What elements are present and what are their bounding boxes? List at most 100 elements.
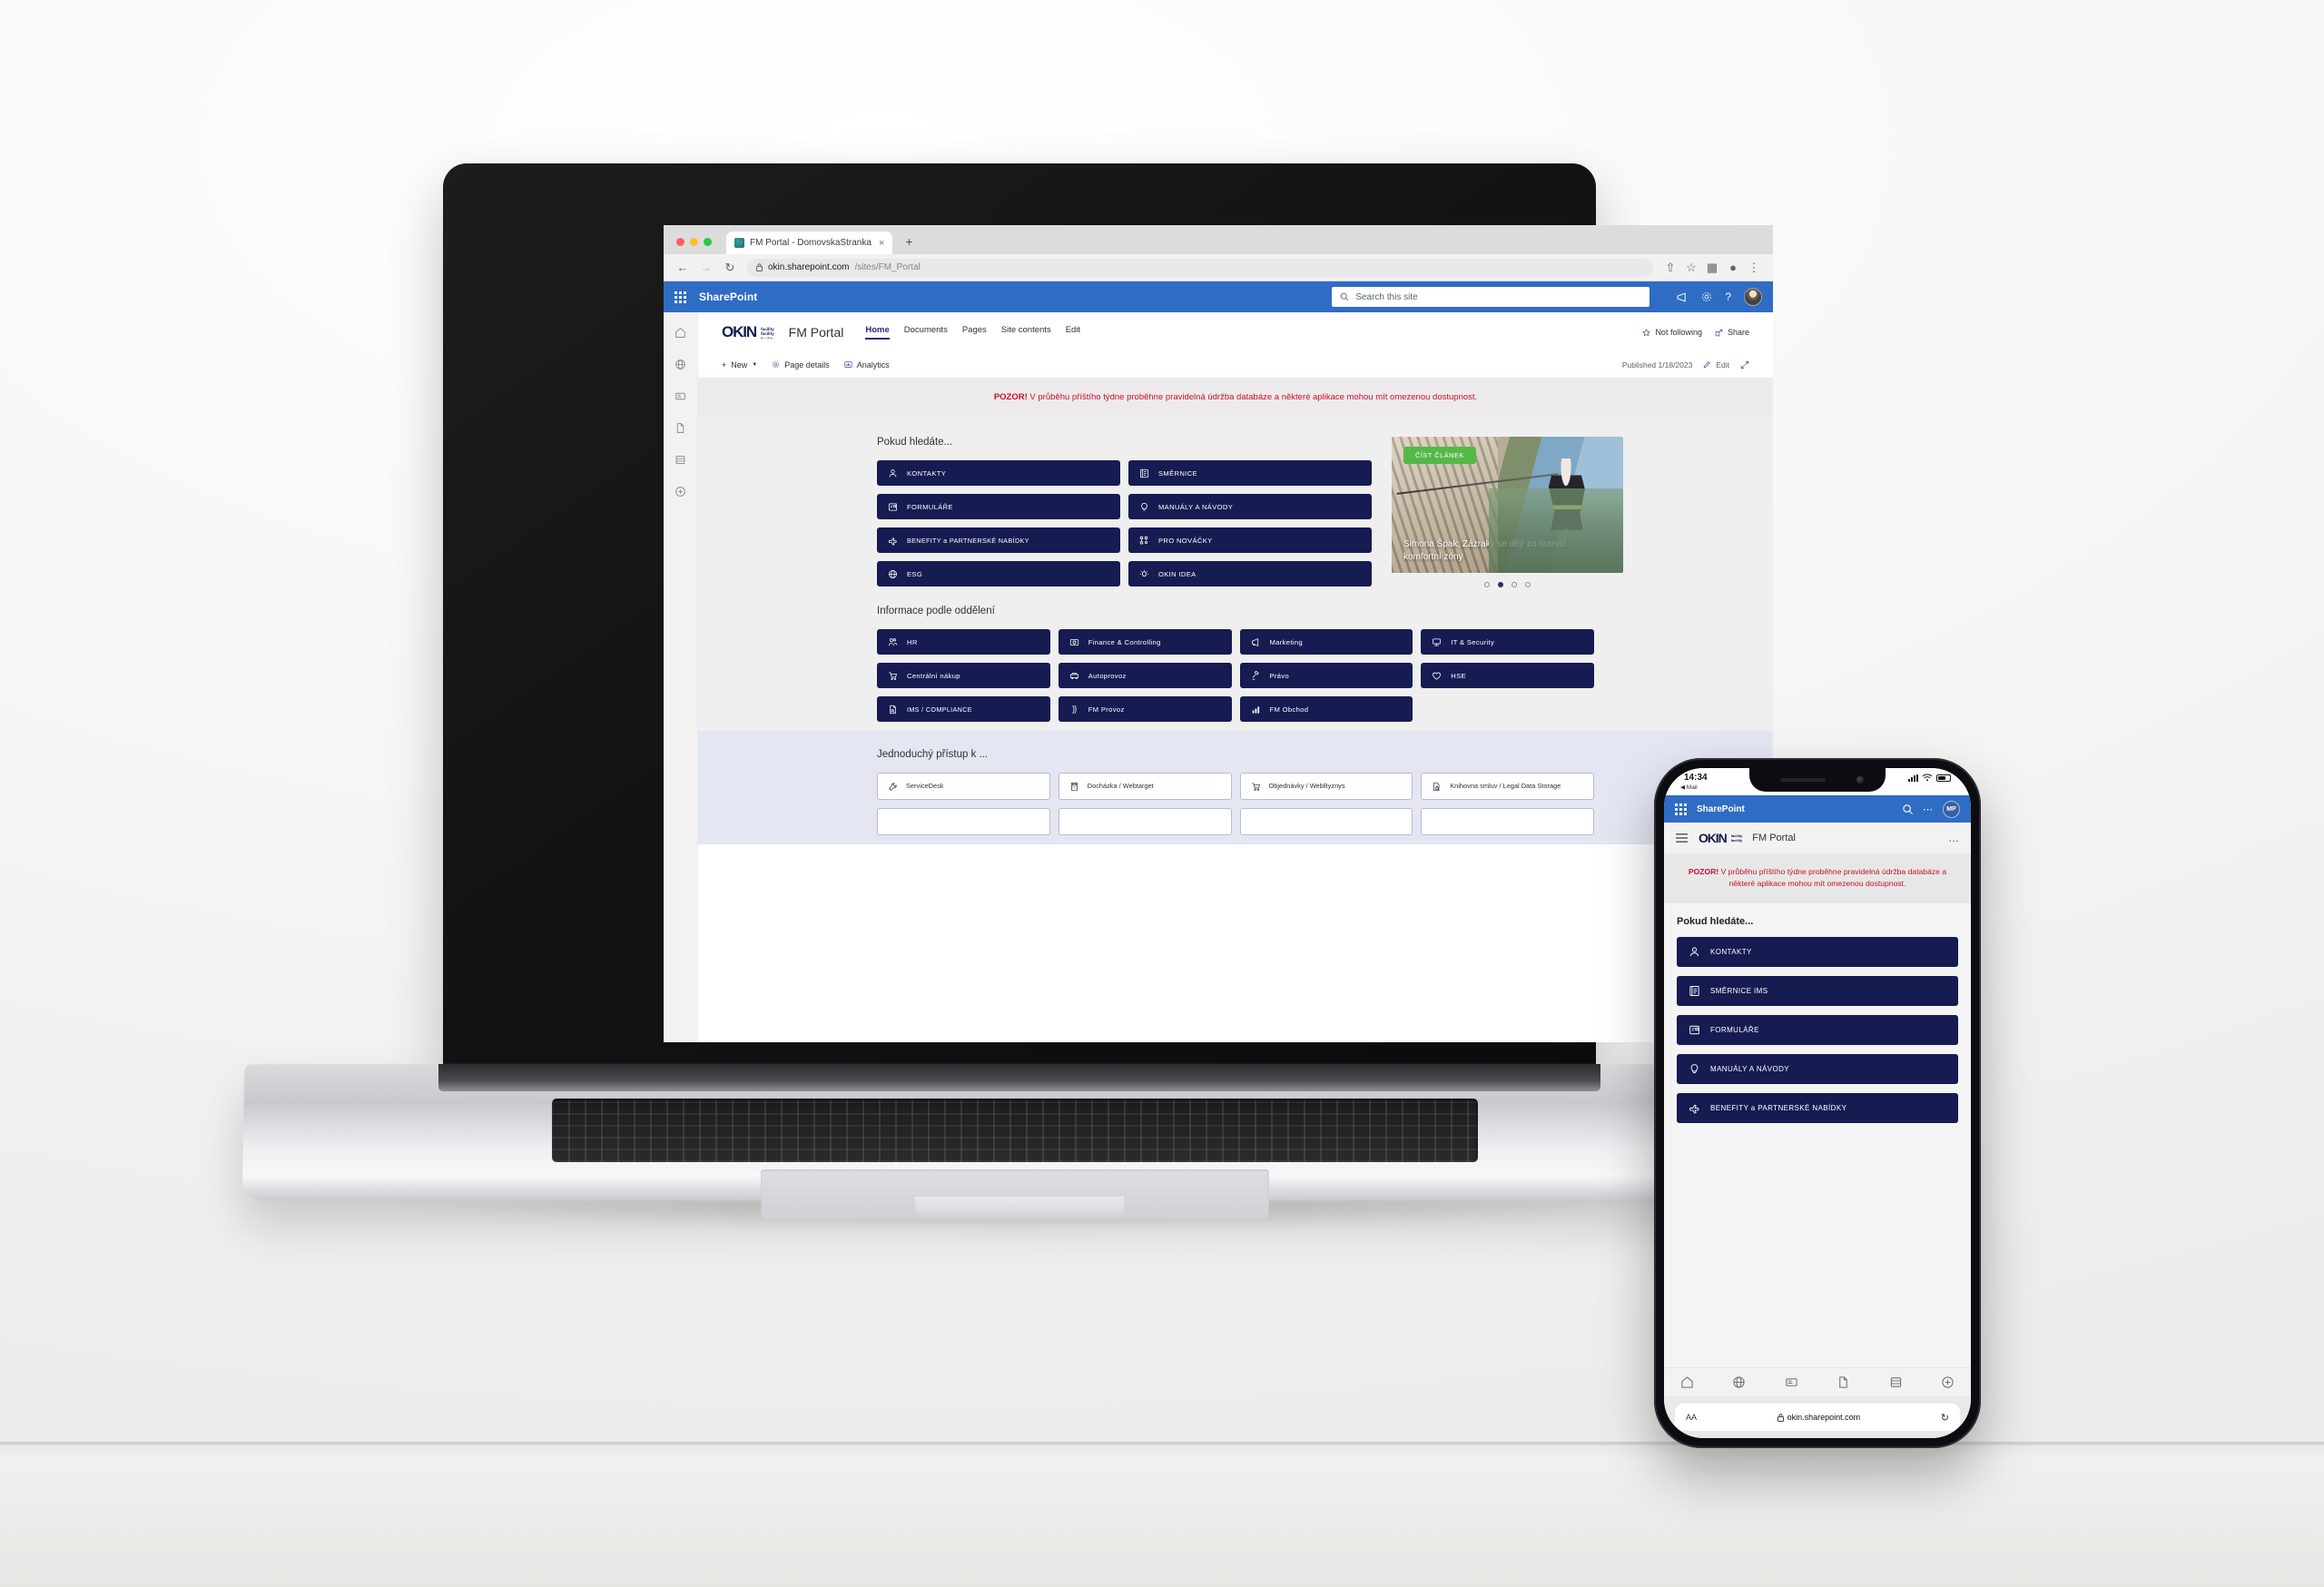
window-traffic-lights[interactable]	[673, 238, 719, 254]
tile-knihovna-smluv[interactable]: Knihovna smluv / Legal Data Storage	[1421, 773, 1594, 800]
okin-logo[interactable]: OKIN facility facility facility	[722, 323, 774, 341]
edit-button[interactable]: Edit	[1703, 360, 1729, 370]
reload-icon[interactable]: ↻	[1941, 1412, 1949, 1424]
tile-okin-idea[interactable]: OKIN IDEA	[1128, 561, 1372, 586]
expand-icon[interactable]	[1740, 360, 1749, 370]
page-icon[interactable]	[675, 422, 686, 434]
more-icon[interactable]: ⋯	[1923, 803, 1934, 815]
news-icon[interactable]	[675, 390, 686, 402]
tile-ims-compliance[interactable]: IMS / COMPLIANCE	[877, 696, 1050, 722]
add-circle-icon[interactable]	[1941, 1375, 1955, 1389]
text-size-button[interactable]: AA	[1686, 1413, 1697, 1422]
more-icon[interactable]: ⋮	[1748, 261, 1760, 275]
safari-address-bar[interactable]: AA okin.sharepoint.com ↻	[1675, 1404, 1960, 1431]
list-icon[interactable]	[1889, 1375, 1903, 1389]
page-details-button[interactable]: Page details	[772, 360, 830, 370]
carousel-dot-1[interactable]	[1484, 582, 1490, 587]
megaphone-icon	[1251, 637, 1261, 647]
okin-logo[interactable]: OKIN facility facility facility	[1699, 831, 1742, 845]
analytics-button[interactable]: Analytics	[844, 360, 890, 370]
phone-tile-smernice-ims[interactable]: SMĚRNICE IMS	[1677, 975, 1958, 1006]
share-icon[interactable]: ⇧	[1664, 261, 1677, 275]
tile-kontakty[interactable]: KONTAKTY	[877, 460, 1120, 486]
back-to-app-link[interactable]: ◀ Mail	[1680, 784, 1698, 791]
phone-tile-benefity[interactable]: BENEFITY a PARTNERSKÉ NABÍDKY	[1677, 1092, 1958, 1123]
sharepoint-brand[interactable]: SharePoint	[699, 291, 757, 303]
share-button[interactable]: Share	[1715, 328, 1749, 337]
tile-hse[interactable]: HSE	[1421, 663, 1594, 688]
browser-tab[interactable]: FM Portal - DomovskaStranka ×	[726, 232, 893, 254]
tile-finance-controlling[interactable]: Finance & Controlling	[1058, 629, 1232, 655]
page-icon[interactable]	[1837, 1375, 1850, 1389]
not-following-button[interactable]: Not following	[1642, 328, 1702, 337]
megaphone-icon[interactable]	[1677, 292, 1689, 302]
tile-placeholder-3[interactable]	[1239, 808, 1413, 835]
avatar[interactable]: MP	[1943, 800, 1960, 818]
bookmark-icon[interactable]: ☆	[1685, 261, 1698, 275]
back-icon[interactable]: ←	[676, 261, 689, 274]
tile-servicedesk[interactable]: ServiceDesk	[877, 773, 1050, 800]
nav-item-pages[interactable]: Pages	[962, 325, 987, 340]
tile-dochazka-webtarget[interactable]: Docházka / Webtarget	[1058, 773, 1232, 800]
carousel-dot-2[interactable]	[1498, 582, 1503, 587]
hamburger-icon[interactable]	[1675, 833, 1689, 843]
add-circle-icon[interactable]	[675, 486, 686, 498]
app-launcher-icon[interactable]	[675, 291, 686, 303]
tile-fm-obchod[interactable]: FM Obchod	[1239, 696, 1413, 722]
home-icon[interactable]	[675, 327, 686, 339]
nav-item-documents[interactable]: Documents	[904, 325, 948, 340]
maximize-window-button[interactable]	[704, 238, 712, 246]
minimize-window-button[interactable]	[690, 238, 698, 246]
help-icon[interactable]: ?	[1725, 291, 1731, 303]
tile-objednavky-webbyznys[interactable]: Objednávky / WebByznys	[1239, 773, 1413, 800]
sharepoint-brand[interactable]: SharePoint	[1697, 804, 1745, 814]
puzzle-icon[interactable]: ▦	[1706, 261, 1718, 275]
page-title: FM Portal	[788, 325, 844, 340]
tile-placeholder-1[interactable]	[877, 808, 1050, 835]
forward-icon[interactable]: →	[700, 261, 713, 274]
tile-marketing[interactable]: Marketing	[1239, 629, 1413, 655]
tile-centralni-nakup[interactable]: Centrální nákup	[877, 663, 1050, 688]
list-icon[interactable]	[675, 454, 686, 466]
phone-tile-formulare[interactable]: FORMULÁŘE	[1677, 1014, 1958, 1045]
more-icon[interactable]: …	[1948, 832, 1960, 844]
nav-item-site-contents[interactable]: Site contents	[1001, 325, 1051, 340]
close-icon[interactable]: ×	[879, 238, 884, 249]
gear-icon[interactable]	[1701, 291, 1712, 302]
avatar[interactable]	[1744, 288, 1762, 306]
tile-fm-provoz[interactable]: FM Provoz	[1058, 696, 1232, 722]
phone-tile-kontakty[interactable]: KONTAKTY	[1677, 936, 1958, 967]
new-tab-button[interactable]: +	[900, 234, 918, 254]
tile-benefity-a-partnerske-nabidky[interactable]: BENEFITY a PARTNERSKÉ NABÍDKY	[877, 527, 1120, 553]
close-window-button[interactable]	[676, 238, 684, 246]
search-icon[interactable]	[1902, 803, 1914, 815]
nav-item-home[interactable]: Home	[865, 325, 890, 340]
tile-manualy-a-navody[interactable]: MANUÁLY A NÁVODY	[1128, 494, 1372, 519]
tile-formulare[interactable]: FORMULÁŘE	[877, 494, 1120, 519]
phone-tile-manualy-a-navody[interactable]: MANUÁLY A NÁVODY	[1677, 1053, 1958, 1084]
tile-pro-novacky[interactable]: PRO NOVÁČKY	[1128, 527, 1372, 553]
tile-placeholder-4[interactable]	[1421, 808, 1594, 835]
globe-icon[interactable]	[1732, 1375, 1746, 1389]
home-icon[interactable]	[1680, 1375, 1694, 1389]
reload-icon[interactable]: ↻	[724, 261, 736, 275]
tile-esg[interactable]: ESG	[877, 561, 1120, 586]
nav-item-edit[interactable]: Edit	[1066, 325, 1080, 340]
address-bar[interactable]: okin.sharepoint.com/sites/FM_Portal	[747, 258, 1653, 277]
hero-image[interactable]: ČÍST ČLÁNEK Simona Špak: Zázraky se dějí…	[1392, 437, 1623, 573]
tile-smernice[interactable]: SMĚRNICE	[1128, 460, 1372, 486]
tile-hr[interactable]: HR	[877, 629, 1050, 655]
tile-pravo[interactable]: Právo	[1239, 663, 1413, 688]
carousel-dot-4[interactable]	[1525, 582, 1531, 587]
new-button[interactable]: + New ▼	[722, 360, 757, 370]
profile-icon[interactable]: ●	[1727, 261, 1739, 274]
news-icon[interactable]	[1785, 1375, 1798, 1389]
tile-it-security[interactable]: IT & Security	[1421, 629, 1594, 655]
tile-autoprovoz[interactable]: Autoprovoz	[1058, 663, 1232, 688]
globe-icon[interactable]	[675, 359, 686, 370]
app-launcher-icon[interactable]	[1675, 803, 1687, 815]
tile-placeholder-2[interactable]	[1058, 808, 1232, 835]
read-article-button[interactable]: ČÍST ČLÁNEK	[1403, 447, 1476, 464]
carousel-dot-3[interactable]	[1512, 582, 1517, 587]
search-input[interactable]: Search this site	[1332, 287, 1650, 307]
